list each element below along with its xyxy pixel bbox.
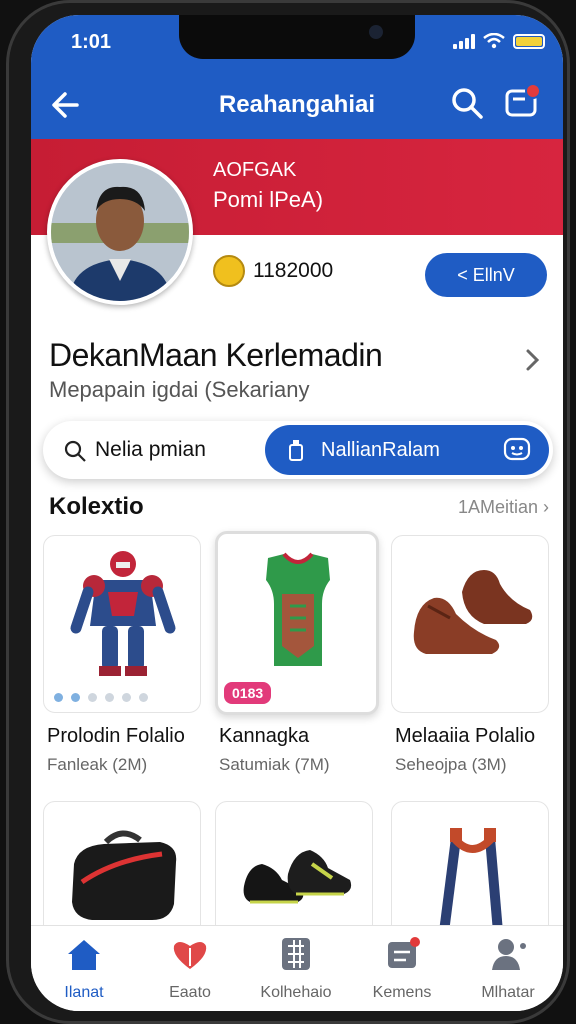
heart-icon: [173, 942, 207, 969]
status-icons: [453, 33, 545, 49]
card-subtitle: Seheojpa (3M): [395, 755, 507, 774]
nav-label: Kemens: [372, 984, 432, 1001]
nav-label: Kolhehaio: [260, 984, 332, 1001]
search-person-icon: [64, 440, 86, 462]
green-jersey-icon: [266, 552, 330, 666]
profile-name: DekanMaan Kerlemadin: [49, 337, 383, 373]
toggle-right-label: NallianRalam: [321, 439, 440, 461]
nav-item-profile[interactable]: Mlhatar: [455, 926, 561, 1011]
see-all-label: 1AMeitian: [457, 497, 538, 517]
nav-item-home[interactable]: Ilanat: [31, 926, 137, 1011]
card-subtitle: Fanleak (2M): [47, 755, 148, 774]
battery-icon: [513, 33, 545, 49]
notification-badge: [525, 83, 541, 99]
app-bar: Reahangahiai: [31, 71, 563, 139]
nav-label: Mlhatar: [481, 984, 535, 1001]
football-boots-icon: [243, 850, 352, 904]
toggle-option-right[interactable]: NallianRalam: [265, 425, 549, 475]
phone-frame: 1:01 Reahangahiai AOFGAK Pomi lPeA) 1182…: [6, 0, 570, 1024]
notifications-button[interactable]: [501, 83, 541, 123]
carousel-dots: [54, 693, 148, 702]
toggle-option-left[interactable]: Nelia pmian: [43, 421, 265, 479]
bottom-nav: Ilanat Eaato Kolhehaio Kemens Mlhatar: [31, 925, 563, 1011]
inbox-icon: [388, 937, 420, 968]
follow-button[interactable]: < EllnV: [425, 253, 547, 297]
chat-face-icon: [503, 437, 531, 461]
card-title: Melaaiia Polalio: [395, 725, 536, 747]
coin-icon: [213, 255, 245, 287]
chevron-right-icon[interactable]: [521, 347, 543, 373]
collection-card[interactable]: [43, 535, 201, 713]
profile-subtitle: Mepapain igdai (Sekariany: [49, 377, 310, 402]
price-badge: 0183: [224, 682, 272, 704]
profile-icon: [492, 939, 526, 970]
card-subtitle: Satumiak (7M): [219, 755, 330, 774]
collection-card[interactable]: [391, 535, 549, 713]
banner-line-1: AOFGAK: [213, 159, 297, 181]
nav-item-collection[interactable]: Kolhehaio: [243, 926, 349, 1011]
banner-line-2: Pomi lPeA): [213, 187, 324, 212]
nav-item-messages[interactable]: Kemens: [349, 926, 455, 1011]
view-toggle: Nelia pmian NallianRalam: [43, 421, 553, 479]
collection-card[interactable]: [43, 801, 201, 941]
card-title: Kannagka: [219, 725, 310, 747]
collection-card[interactable]: [215, 801, 373, 941]
bottle-icon: [289, 440, 303, 461]
card-title: Prolodin Folalio: [47, 725, 185, 747]
coin-balance: 1182000: [253, 259, 334, 282]
screen: 1:01 Reahangahiai AOFGAK Pomi lPeA) 1182…: [31, 15, 563, 1011]
avatar[interactable]: [47, 159, 193, 305]
status-time: 1:01: [71, 31, 112, 53]
armor-figure-icon: [70, 551, 176, 676]
home-icon: [68, 940, 100, 970]
collection-title: Kolextio: [49, 493, 144, 520]
notch: [179, 15, 415, 59]
nav-item-favorites[interactable]: Eaato: [137, 926, 243, 1011]
see-all-link[interactable]: 1AMeitian ›: [458, 497, 549, 518]
front-camera: [369, 25, 383, 39]
search-icon[interactable]: [449, 85, 485, 121]
suspenders-icon: [439, 828, 503, 933]
wifi-icon: [483, 33, 505, 49]
signal-icon: [453, 33, 475, 49]
collection-card[interactable]: 0183: [215, 531, 379, 715]
gym-bag-icon: [72, 830, 177, 920]
nav-label: Eaato: [169, 984, 211, 1001]
toggle-left-label: Nelia pmian: [95, 438, 206, 461]
nav-label: Ilanat: [64, 984, 104, 1001]
athlete-portrait-icon: [51, 163, 189, 301]
leather-shoes-icon: [413, 570, 533, 654]
collection-card[interactable]: [391, 801, 549, 941]
grid-icon: [282, 938, 310, 970]
